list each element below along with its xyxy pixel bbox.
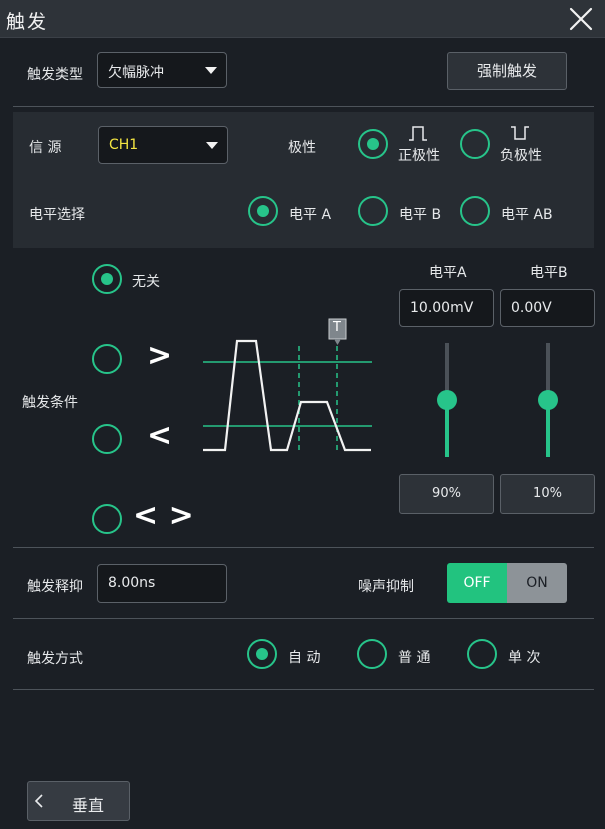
noise-on-option[interactable]: ON (507, 563, 567, 603)
level-ab-option-label: 电平 AB (501, 207, 553, 223)
mode-auto-radio[interactable] (247, 639, 277, 669)
polarity-negative-radio[interactable] (460, 129, 490, 159)
close-icon[interactable] (567, 6, 595, 32)
source-label: 信 源 (29, 140, 62, 156)
condition-none-radio[interactable] (92, 264, 122, 294)
mode-label: 触发方式 (27, 651, 83, 667)
noise-label: 噪声抑制 (358, 579, 414, 595)
trigger-type-label: 触发类型 (27, 67, 83, 83)
level-a-input[interactable]: 10.00mV (399, 289, 494, 327)
chevron-left-icon (34, 793, 44, 813)
negative-pulse-icon (510, 125, 530, 145)
level-a-option-label: 电平 A (289, 207, 332, 223)
condition-none-label: 无关 (132, 274, 160, 290)
level-b-input[interactable]: 0.00V (500, 289, 595, 327)
noise-toggle[interactable]: OFF ON (447, 563, 567, 603)
force-trigger-button[interactable]: 强制触发 (447, 52, 567, 90)
level-b-value: 0.00V (511, 300, 552, 316)
divider (13, 689, 594, 690)
holdoff-label: 触发释抑 (27, 579, 83, 595)
divider (13, 618, 594, 619)
condition-label: 触发条件 (22, 395, 78, 411)
holdoff-value: 8.00ns (108, 575, 156, 591)
dialog-title: 触发 (6, 11, 49, 33)
polarity-positive-radio[interactable] (358, 129, 388, 159)
level-a-value: 10.00mV (410, 300, 474, 316)
title-bar (0, 0, 605, 38)
level-select-label: 电平选择 (29, 207, 85, 223)
holdoff-input[interactable]: 8.00ns (97, 564, 227, 603)
condition-between-symbol: < > (133, 498, 194, 533)
source-value: CH1 (109, 137, 139, 153)
level-b-label: 电平B (530, 265, 568, 281)
mode-normal-label: 普 通 (398, 650, 431, 666)
polarity-label: 极性 (288, 140, 316, 156)
level-a-slider-knob[interactable] (437, 390, 457, 410)
condition-less-symbol: < (147, 418, 173, 453)
condition-between-radio[interactable] (92, 504, 122, 534)
condition-greater-radio[interactable] (92, 344, 122, 374)
level-ab-radio[interactable] (460, 196, 490, 226)
condition-less-radio[interactable] (92, 424, 122, 454)
trigger-type-dropdown[interactable]: 欠幅脉冲 (97, 52, 227, 88)
polarity-positive-label: 正极性 (398, 148, 440, 164)
level-b-percent-button[interactable]: 10% (500, 474, 595, 514)
runt-pulse-diagram (203, 318, 372, 454)
level-a-percent-button[interactable]: 90% (399, 474, 494, 514)
trigger-type-value: 欠幅脉冲 (108, 65, 164, 81)
divider (13, 547, 594, 548)
level-b-option-label: 电平 B (399, 207, 442, 223)
positive-pulse-icon (408, 125, 428, 145)
mode-auto-label: 自 动 (288, 650, 321, 666)
noise-off-option[interactable]: OFF (447, 563, 507, 603)
level-b-radio[interactable] (358, 196, 388, 226)
vertical-back-label: 垂直 (72, 796, 105, 815)
chevron-down-icon (205, 67, 217, 74)
level-b-slider-knob[interactable] (538, 390, 558, 410)
chevron-down-icon (206, 142, 218, 149)
source-dropdown[interactable]: CH1 (98, 126, 228, 164)
mode-single-label: 单 次 (508, 650, 541, 666)
trigger-marker-label: T (333, 320, 341, 335)
divider (13, 106, 594, 107)
mode-single-radio[interactable] (467, 639, 497, 669)
level-a-label: 电平A (429, 265, 467, 281)
vertical-back-button[interactable]: 垂直 (27, 781, 130, 821)
polarity-negative-label: 负极性 (500, 148, 542, 164)
mode-normal-radio[interactable] (357, 639, 387, 669)
level-a-radio[interactable] (248, 196, 278, 226)
condition-greater-symbol: > (147, 338, 173, 373)
